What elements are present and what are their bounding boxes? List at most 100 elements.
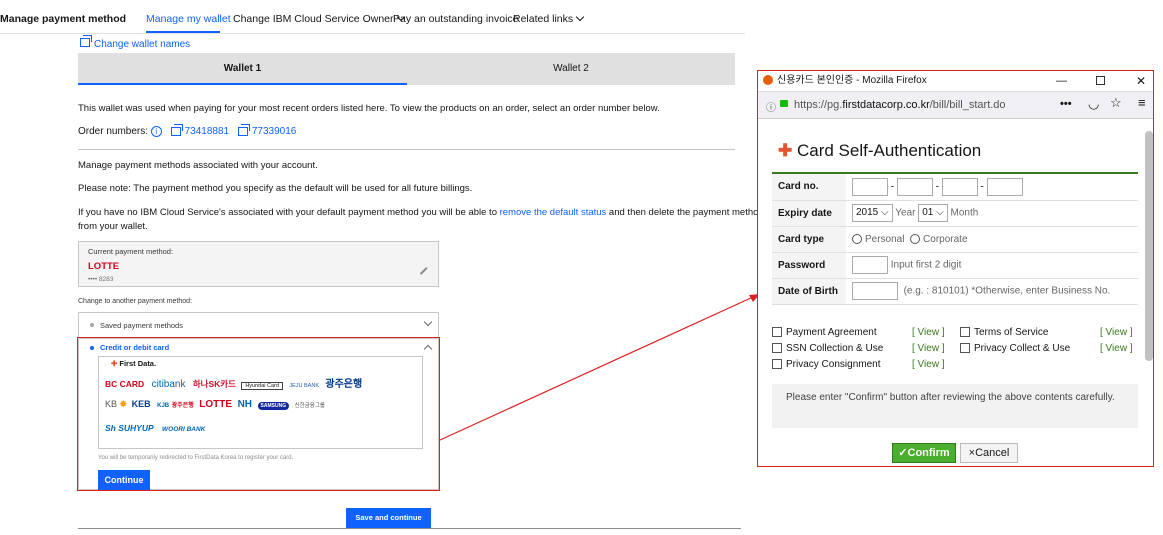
saved-methods-accordion[interactable]: Saved payment methods bbox=[78, 312, 439, 338]
password-label: Password bbox=[772, 252, 846, 279]
info-circle-icon[interactable]: ⓘ bbox=[766, 99, 776, 114]
view-terms-link[interactable]: [ View ] bbox=[1100, 327, 1133, 338]
firefox-icon bbox=[763, 75, 773, 86]
agreement-terms[interactable]: Terms of Service bbox=[960, 327, 1048, 338]
url-prefix: https://pg. bbox=[794, 99, 843, 111]
view-consignment-link[interactable]: [ View ] bbox=[912, 359, 945, 370]
order-number-2: 77339016 bbox=[251, 126, 297, 138]
nav-pay-invoice[interactable]: Pay an outstanding invoice bbox=[393, 13, 519, 25]
checkbox[interactable] bbox=[772, 359, 782, 370]
active-nav-underline bbox=[146, 31, 220, 33]
agreement-ssn[interactable]: SSN Collection & Use bbox=[772, 343, 883, 354]
firefox-popup-window: 신용카드 본인인증 - Mozilla Firefox — ✕ ⓘ https:… bbox=[757, 70, 1154, 467]
checkbox[interactable] bbox=[772, 343, 782, 354]
checkbox[interactable] bbox=[960, 343, 970, 354]
corporate-radio[interactable] bbox=[910, 233, 921, 244]
confirm-label: Confirm bbox=[907, 447, 950, 459]
edit-pencil-icon[interactable] bbox=[419, 267, 428, 275]
agreement-label: SSN Collection & Use bbox=[786, 343, 884, 354]
divider bbox=[78, 149, 735, 150]
change-wallet-names-link[interactable]: Change wallet names bbox=[80, 34, 190, 52]
agreement-consignment[interactable]: Privacy Consignment bbox=[772, 359, 880, 370]
url-bar[interactable]: ⓘ https://pg.firstdatacorp.co.kr/bill/bi… bbox=[758, 91, 1153, 119]
order-link-1[interactable]: 73418881 bbox=[170, 124, 230, 138]
agreement-label: Privacy Collect & Use bbox=[974, 343, 1071, 354]
agreement-label: Terms of Service bbox=[974, 327, 1049, 338]
remove-default-link[interactable]: remove the default status bbox=[500, 207, 607, 218]
dropdown-icon: ⌵ bbox=[881, 207, 889, 218]
manage-text: Manage payment methods associated with y… bbox=[78, 160, 318, 171]
check-icon: ✓ bbox=[898, 447, 908, 459]
change-method-label: Change to another payment method: bbox=[78, 298, 193, 305]
view-payment-agreement-link[interactable]: [ View ] bbox=[912, 327, 945, 338]
url-path: /bill/bill_start.do bbox=[929, 99, 1006, 111]
confirm-notice: Please enter "Confirm" button after revi… bbox=[772, 384, 1138, 428]
url-domain: firstdatacorp.co.kr bbox=[842, 99, 930, 111]
confirm-button[interactable]: ✓Confirm bbox=[892, 443, 956, 463]
minimize-icon[interactable]: — bbox=[1056, 71, 1067, 91]
lock-icon bbox=[780, 100, 788, 107]
note-text: Please note: The payment method you spec… bbox=[78, 183, 473, 194]
pocket-icon[interactable]: ◡ bbox=[1088, 96, 1099, 112]
more-actions-icon[interactable]: ••• bbox=[1060, 98, 1072, 110]
popup-heading-text: Card Self-Authentication bbox=[796, 141, 982, 160]
dob-hint: (e.g. : 810101) *Otherwise, enter Busine… bbox=[903, 285, 1111, 297]
password-hint: Input first 2 digit bbox=[890, 259, 962, 271]
view-ssn-link[interactable]: [ View ] bbox=[912, 343, 945, 354]
order-number-1: 73418881 bbox=[184, 126, 230, 138]
month-select[interactable]: 01 ⌵ bbox=[918, 204, 948, 222]
close-icon[interactable]: ✕ bbox=[1136, 71, 1146, 91]
card-no-input-1[interactable] bbox=[852, 177, 888, 196]
popup-titlebar: 신용카드 본인인증 - Mozilla Firefox — ✕ bbox=[758, 71, 1153, 91]
order-link-2[interactable]: 77339016 bbox=[237, 124, 297, 138]
order-numbers: Order numbers: i 73418881 77339016 bbox=[78, 124, 297, 138]
popup-scrollbar[interactable] bbox=[1145, 131, 1153, 361]
chevron-down-icon bbox=[575, 12, 585, 22]
month-value: 01 bbox=[922, 207, 934, 218]
url-text: https://pg.firstdatacorp.co.kr/bill/bill… bbox=[794, 99, 1006, 111]
menu-icon[interactable]: ≡ bbox=[1138, 95, 1146, 110]
card-no-input-2[interactable] bbox=[896, 177, 933, 196]
info-icon[interactable]: i bbox=[150, 126, 162, 137]
save-continue-button[interactable]: Save and continue bbox=[346, 508, 431, 528]
year-value: 2015 bbox=[856, 207, 879, 218]
firstdata-mark-icon: ✚ bbox=[778, 141, 793, 160]
password-input[interactable] bbox=[852, 256, 888, 274]
nav-title: Manage payment method bbox=[0, 13, 127, 25]
nav-change-owner[interactable]: Change IBM Cloud Service Owner bbox=[233, 12, 405, 25]
chevron-down-icon bbox=[423, 317, 433, 327]
personal-radio[interactable] bbox=[852, 233, 862, 244]
agreement-payment[interactable]: Payment Agreement bbox=[772, 327, 877, 338]
year-select[interactable]: 2015 ⌵ bbox=[852, 204, 893, 222]
corporate-label: Corporate bbox=[923, 233, 968, 245]
nav-related-links[interactable]: Related links bbox=[513, 12, 585, 25]
star-icon[interactable]: ☆ bbox=[1110, 95, 1122, 111]
year-label: Year bbox=[895, 207, 916, 219]
card-no-input-4[interactable] bbox=[986, 177, 1023, 196]
radio-dot-icon bbox=[90, 323, 94, 327]
card-no-input-3[interactable] bbox=[941, 177, 978, 196]
nav-related-links-label: Related links bbox=[513, 13, 574, 25]
link-icon bbox=[237, 124, 250, 136]
dropdown-icon: ⌵ bbox=[936, 207, 944, 218]
card-type-label: Card type bbox=[772, 226, 846, 253]
nav-manage-wallet[interactable]: Manage my wallet bbox=[146, 13, 231, 25]
agreement-privacy-collect[interactable]: Privacy Collect & Use bbox=[960, 343, 1070, 354]
tab-wallet-2[interactable]: Wallet 2 bbox=[407, 53, 735, 85]
link-icon bbox=[80, 35, 92, 48]
maximize-icon[interactable] bbox=[1096, 76, 1105, 85]
dob-input[interactable] bbox=[852, 282, 898, 300]
link-icon bbox=[170, 124, 183, 136]
popup-window-title: 신용카드 본인인증 - Mozilla Firefox bbox=[777, 75, 927, 86]
view-privacy-collect-link[interactable]: [ View ] bbox=[1100, 343, 1133, 354]
cancel-button[interactable]: ×Cancel bbox=[960, 443, 1018, 463]
checkbox[interactable] bbox=[960, 327, 970, 338]
change-wallet-names-label: Change wallet names bbox=[94, 39, 191, 50]
personal-label: Personal bbox=[865, 233, 905, 245]
checkbox[interactable] bbox=[772, 327, 782, 338]
popup-heading: ✚ Card Self-Authentication bbox=[778, 141, 981, 161]
top-nav: Manage payment method Manage my wallet C… bbox=[0, 0, 745, 34]
saved-methods-label: Saved payment methods bbox=[100, 321, 183, 330]
tab-wallet-1[interactable]: Wallet 1 bbox=[78, 53, 407, 85]
order-label: Order numbers: bbox=[78, 126, 149, 138]
